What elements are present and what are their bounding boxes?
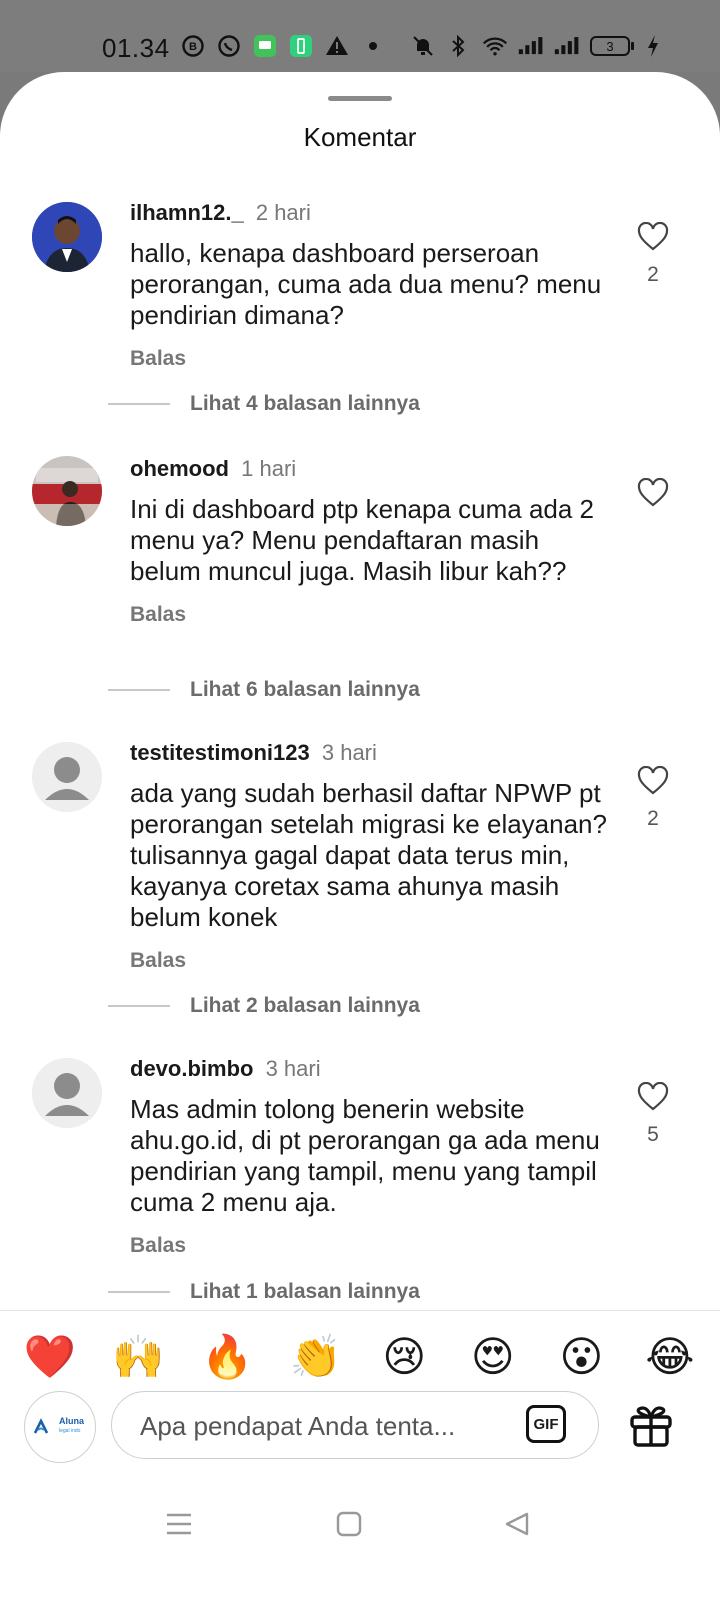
comment-time: 3 hari <box>321 740 377 765</box>
avatar[interactable] <box>32 1058 102 1128</box>
comment-time: 1 hari <box>241 456 297 481</box>
emoji-laughing[interactable]: 😂 <box>642 1329 698 1385</box>
divider <box>108 403 170 405</box>
comment-input-wrapper: GIF <box>111 1391 599 1459</box>
charging-icon <box>646 33 660 59</box>
comment-body: ohemood 1 hari Ini di dashboard ptp kena… <box>130 456 610 627</box>
avatar[interactable] <box>32 202 102 272</box>
emoji-crying[interactable]: 😢 <box>376 1329 432 1385</box>
like-control: 2 <box>636 765 670 831</box>
view-replies-label: Lihat 1 balasan lainnya <box>190 1280 420 1303</box>
bluetooth-icon <box>446 33 472 59</box>
battery-icon: 3 <box>590 33 636 59</box>
comment-username[interactable]: testitestimoni123 <box>130 740 310 765</box>
divider <box>108 1291 170 1293</box>
divider <box>108 689 170 691</box>
status-bar: 01.34 B 3 <box>0 0 720 72</box>
comment-composer: ❤️ 🙌 🔥 👏 😢 😍 😮 😂 Aluna legal indo GIF <box>0 1310 720 1601</box>
whatsapp-business-icon: B <box>180 33 206 59</box>
heart-icon[interactable] <box>637 221 669 252</box>
sheet-title: Komentar <box>303 122 417 152</box>
system-nav-bar <box>0 1511 720 1581</box>
home-square-icon[interactable] <box>336 1511 362 1542</box>
reply-button[interactable]: Balas <box>130 1234 610 1258</box>
view-replies-label: Lihat 6 balasan lainnya <box>190 678 420 701</box>
dot-icon <box>360 33 386 59</box>
divider <box>108 1005 170 1007</box>
like-count: 5 <box>647 1123 659 1146</box>
logo-subtext: legal indo <box>59 1428 81 1434</box>
notification-icons: B <box>180 33 386 59</box>
like-count: 2 <box>647 807 659 830</box>
signal-icon <box>518 33 544 59</box>
comment-text: Mas admin tolong benerin website ahu.go.… <box>130 1094 600 1217</box>
avatar[interactable] <box>32 456 102 526</box>
view-replies[interactable]: Lihat 4 balasan lainnya <box>108 392 420 416</box>
comment-input[interactable] <box>138 1406 502 1446</box>
comment-text: Ini di dashboard ptp kenapa cuma ada 2 m… <box>130 494 595 586</box>
like-count: 2 <box>647 263 659 286</box>
account-avatar[interactable]: Aluna legal indo <box>24 1391 96 1463</box>
like-control: 5 <box>636 1081 670 1147</box>
clock: 01.34 <box>102 33 170 63</box>
view-replies-label: Lihat 2 balasan lainnya <box>190 994 420 1017</box>
battery-saver-icon <box>288 33 314 59</box>
view-replies[interactable]: Lihat 1 balasan lainnya <box>108 1280 420 1304</box>
comment-time: 3 hari <box>265 1056 321 1081</box>
reply-button[interactable]: Balas <box>130 603 610 627</box>
comment-body: testitestimoni123 3 hari ada yang sudah … <box>130 740 610 973</box>
system-icons: 3 <box>410 33 660 59</box>
reply-button[interactable]: Balas <box>130 949 610 973</box>
like-control <box>636 477 670 519</box>
gift-icon[interactable] <box>628 1403 674 1452</box>
view-replies[interactable]: Lihat 6 balasan lainnya <box>108 678 420 702</box>
drag-handle[interactable] <box>328 96 392 101</box>
wifi-icon <box>482 33 508 59</box>
emoji-clap[interactable]: 👏 <box>288 1329 344 1385</box>
comment-username[interactable]: ohemood <box>130 456 229 481</box>
emoji-surprised[interactable]: 😮 <box>553 1329 609 1385</box>
heart-icon[interactable] <box>637 1081 669 1112</box>
comment-username[interactable]: devo.bimbo <box>130 1056 253 1081</box>
view-replies[interactable]: Lihat 2 balasan lainnya <box>108 994 420 1018</box>
alert-icon <box>324 33 350 59</box>
whatsapp-icon <box>216 33 242 59</box>
comment-username[interactable]: ilhamn12._ <box>130 200 244 225</box>
comment-time: 2 hari <box>255 200 311 225</box>
comment-text: hallo, kenapa dashboard perseroan perora… <box>130 238 602 330</box>
comment-text: ada yang sudah berhasil daftar NPWP pt p… <box>130 778 607 932</box>
emoji-heart-eyes[interactable]: 😍 <box>465 1329 521 1385</box>
reply-button[interactable]: Balas <box>130 347 610 371</box>
mute-icon <box>410 33 436 59</box>
quick-reactions: ❤️ 🙌 🔥 👏 😢 😍 😮 😂 <box>22 1329 698 1385</box>
messages-icon <box>252 33 278 59</box>
avatar[interactable] <box>32 742 102 812</box>
heart-icon[interactable] <box>637 765 669 796</box>
emoji-heart[interactable]: ❤️ <box>22 1329 78 1385</box>
comment-body: devo.bimbo 3 hari Mas admin tolong bener… <box>130 1056 610 1258</box>
like-control: 2 <box>636 221 670 287</box>
logo-text: Aluna <box>59 1416 85 1426</box>
heart-icon[interactable] <box>637 477 669 508</box>
emoji-fire[interactable]: 🔥 <box>199 1329 255 1385</box>
svg-text:3: 3 <box>606 39 613 54</box>
view-replies-label: Lihat 4 balasan lainnya <box>190 392 420 415</box>
menu-icon[interactable] <box>166 1511 192 1542</box>
svg-text:B: B <box>189 41 197 53</box>
back-triangle-icon[interactable] <box>504 1511 530 1542</box>
emoji-raised-hands[interactable]: 🙌 <box>111 1329 167 1385</box>
gif-button[interactable]: GIF <box>526 1405 566 1443</box>
signal-icon <box>554 33 580 59</box>
comment-body: ilhamn12._ 2 hari hallo, kenapa dashboar… <box>130 200 610 371</box>
